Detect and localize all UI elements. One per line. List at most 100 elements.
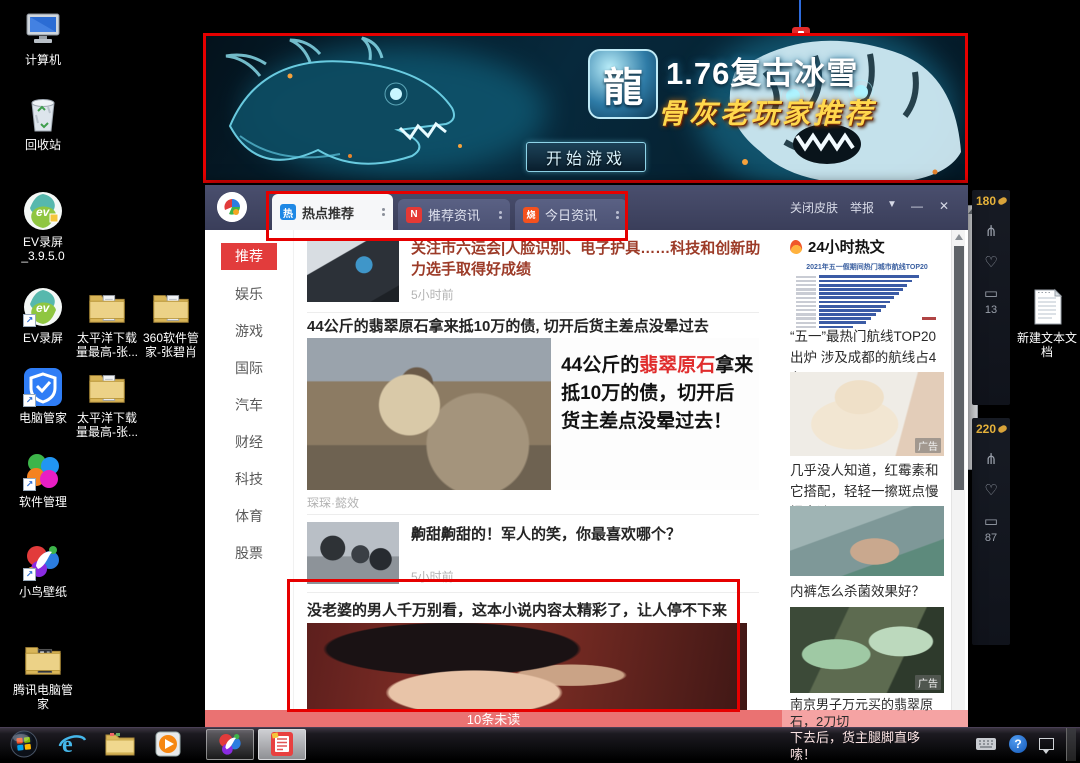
desktop-icon-label: 计算机 — [25, 53, 61, 67]
sidebar-item-sports[interactable]: 体育 — [205, 498, 293, 535]
tab-menu-icon[interactable] — [499, 209, 502, 221]
article-title[interactable]: 关注市六运会|人脸识别、电子护具……科技和创新助力选手取得好成绩 — [411, 238, 763, 280]
input-method-icon[interactable] — [975, 737, 997, 751]
category-sidebar: 推荐 娱乐 游戏 国际 汽车 财经 科技 体育 股票 — [205, 230, 294, 710]
article-title[interactable]: 44公斤的翡翠原石拿来抵10万的债, 切开后货主差点没晕过去 — [307, 316, 759, 337]
divider — [307, 514, 759, 515]
sidebar-item-entertainment[interactable]: 娱乐 — [205, 276, 293, 313]
explorer-button[interactable] — [96, 729, 144, 760]
hot-chart-title: 2021年五一假期间热门城市航线TOP20 — [790, 262, 944, 272]
comment-icon[interactable]: ▭ — [984, 514, 998, 529]
menu-dropdown-icon[interactable]: ▼ — [887, 199, 897, 210]
hot-chart-bars — [796, 275, 938, 329]
tab-label: 热点推荐 — [302, 203, 354, 222]
dragon-game-logo: 龍 — [588, 49, 658, 119]
desktop-icon-ev-recorder[interactable]: ev ↗ EV录屏 — [10, 286, 76, 345]
divider — [307, 592, 759, 593]
tab-menu-icon[interactable] — [382, 206, 385, 218]
desktop-icon-label: EV录屏_3.9.5.0 — [10, 235, 76, 264]
ie-browser-button[interactable]: e — [48, 729, 96, 760]
desktop-icon-ev-recorder-installer[interactable]: ev EV录屏_3.9.5.0 — [10, 190, 76, 264]
hot-item-line1: 南京男子万元买的翡翠原石，2刀切 — [790, 697, 944, 730]
comment-count: 87 — [985, 532, 997, 544]
hot-chart[interactable]: 2021年五一假期间热门城市航线TOP20 — [790, 260, 944, 324]
hot-item-image[interactable]: 广告 — [790, 607, 944, 693]
svg-text:ev: ev — [36, 205, 51, 219]
sidebar-item-international[interactable]: 国际 — [205, 350, 293, 387]
desktop-icon-label: EV录屏 — [23, 331, 63, 345]
scrollbar-thumb[interactable] — [954, 246, 964, 490]
show-desktop-button[interactable] — [1066, 728, 1076, 761]
article-time: 5小时前 — [411, 286, 454, 303]
ad-label: 广告 — [915, 675, 941, 690]
desktop-icon-bird-wallpaper[interactable]: ↗ 小鸟壁纸 — [10, 540, 76, 599]
hot-item-image[interactable] — [790, 506, 944, 576]
tab-label: 推荐资讯 — [428, 205, 480, 224]
shortcut-arrow-icon: ↗ — [23, 314, 36, 327]
folder-icon — [150, 286, 192, 328]
article-title[interactable]: 齁甜齁甜的！军人的笑，你最喜欢哪个？ — [411, 524, 763, 545]
help-icon[interactable]: ? — [1009, 735, 1027, 753]
game-ad-banner[interactable]: 龍 1.76复古冰雪 骨灰老玩家推荐 开始游戏 — [203, 33, 968, 183]
start-button[interactable] — [0, 729, 48, 760]
fire-tab-icon: 烧 — [523, 207, 539, 223]
tab-menu-icon[interactable] — [616, 209, 619, 221]
shield-icon: ↗ — [22, 366, 64, 408]
comment-icon[interactable]: ▭ — [984, 286, 998, 301]
sidebar-item-tech[interactable]: 科技 — [205, 461, 293, 498]
report-button[interactable]: 举报 — [850, 199, 874, 216]
news-feed: 关注市六运会|人脸识别、电子护具……科技和创新助力选手取得好成绩 5小时前 44… — [293, 230, 785, 710]
desktop-icon-software-manager[interactable]: ↗ 软件管理 — [10, 450, 76, 509]
desktop-icon-new-text-document[interactable]: 新建文本文档 — [1014, 286, 1080, 360]
heart-icon[interactable]: ♡ — [984, 255, 997, 270]
article-image[interactable] — [307, 623, 747, 710]
desktop-icon-pacific-folder-1[interactable]: 太平洋下载量最高-张... — [74, 286, 140, 360]
share-icon[interactable]: ⋔ — [985, 224, 998, 239]
share-icon[interactable]: ⋔ — [985, 452, 998, 467]
bird-wallpaper-task-button[interactable] — [206, 729, 254, 760]
start-game-button[interactable]: 开始游戏 — [526, 142, 646, 172]
article-caption: 琛琛·懿效 — [307, 494, 359, 511]
ad-label: 广告 — [915, 438, 941, 453]
sidebar-item-cars[interactable]: 汽车 — [205, 387, 293, 424]
scroll-up-arrow[interactable] — [955, 234, 963, 240]
unread-button[interactable]: 10条未读 — [205, 710, 782, 727]
close-skin-button[interactable]: 关闭皮肤 — [790, 199, 838, 216]
bird-icon: ↗ — [22, 540, 64, 582]
heart-icon[interactable]: ♡ — [984, 483, 997, 498]
tab-hot-recommend[interactable]: 热 热点推荐 — [272, 194, 393, 230]
hot-articles-panel: 24小时热文 2021年五一假期间热门城市航线TOP20 “五一”最热门航线TO… — [788, 230, 948, 710]
desktop-icon-recycle-bin[interactable]: 回收站 — [10, 93, 76, 152]
desktop-icon-360-folder[interactable]: 360软件管家-张碧肖 — [138, 286, 204, 360]
tray-window-icon[interactable] — [1039, 738, 1054, 750]
desktop-icon-pc-manager[interactable]: ↗ 电脑管家 — [10, 366, 76, 425]
hot-item-text[interactable]: 南京男子万元买的翡翠原石，2刀切 下去后，货主腿脚直哆嗦！ — [790, 697, 944, 763]
media-player-button[interactable] — [144, 729, 192, 760]
sidebar-item-recommend[interactable]: 推荐 — [221, 243, 277, 270]
ev-recorder-icon: ev — [22, 190, 64, 232]
desktop-icon-computer[interactable]: 计算机 — [10, 8, 76, 67]
hot-item-text[interactable]: 内裤怎么杀菌效果好？ — [790, 581, 944, 602]
close-button[interactable]: ✕ — [939, 199, 949, 213]
hot-item-image[interactable]: 广告 — [790, 372, 944, 456]
tab-today-news[interactable]: 烧 今日资讯 — [515, 199, 627, 230]
tab-recommend-news[interactable]: N 推荐资讯 — [398, 199, 510, 230]
pinwheel-icon: ↗ — [22, 450, 64, 492]
sidebar-item-stocks[interactable]: 股票 — [205, 535, 293, 572]
desktop-icon-tencent-folder[interactable]: 腾讯电脑管家 — [10, 638, 76, 712]
bean-count: 180 — [976, 194, 1007, 208]
desktop-icon-pacific-folder-2[interactable]: 太平洋下载量最高-张... — [74, 366, 140, 440]
minimize-button[interactable]: — — [911, 199, 923, 213]
desktop-icon-label: 新建文本文档 — [1014, 331, 1080, 360]
sidebar-item-finance[interactable]: 财经 — [205, 424, 293, 461]
article-thumbnail[interactable] — [307, 240, 399, 302]
desktop-icon-label: 电脑管家 — [19, 411, 67, 425]
window-titlebar: 热 热点推荐 N 推荐资讯 烧 今日资讯 关闭皮肤 举报 ▼ — ✕ — [205, 185, 968, 230]
scrollbar — [951, 230, 965, 710]
article-thumbnail[interactable] — [307, 522, 399, 584]
sidebar-item-games[interactable]: 游戏 — [205, 313, 293, 350]
article-title[interactable]: 没老婆的男人千万别看，这本小说内容太精彩了，让人停不下来 — [307, 600, 759, 621]
news-app-task-button[interactable] — [258, 729, 306, 760]
desktop-icon-label: 回收站 — [25, 138, 61, 152]
article-image[interactable]: 44公斤的翡翠原石拿来抵10万的债，切开后货主差点没晕过去！ — [307, 338, 759, 490]
